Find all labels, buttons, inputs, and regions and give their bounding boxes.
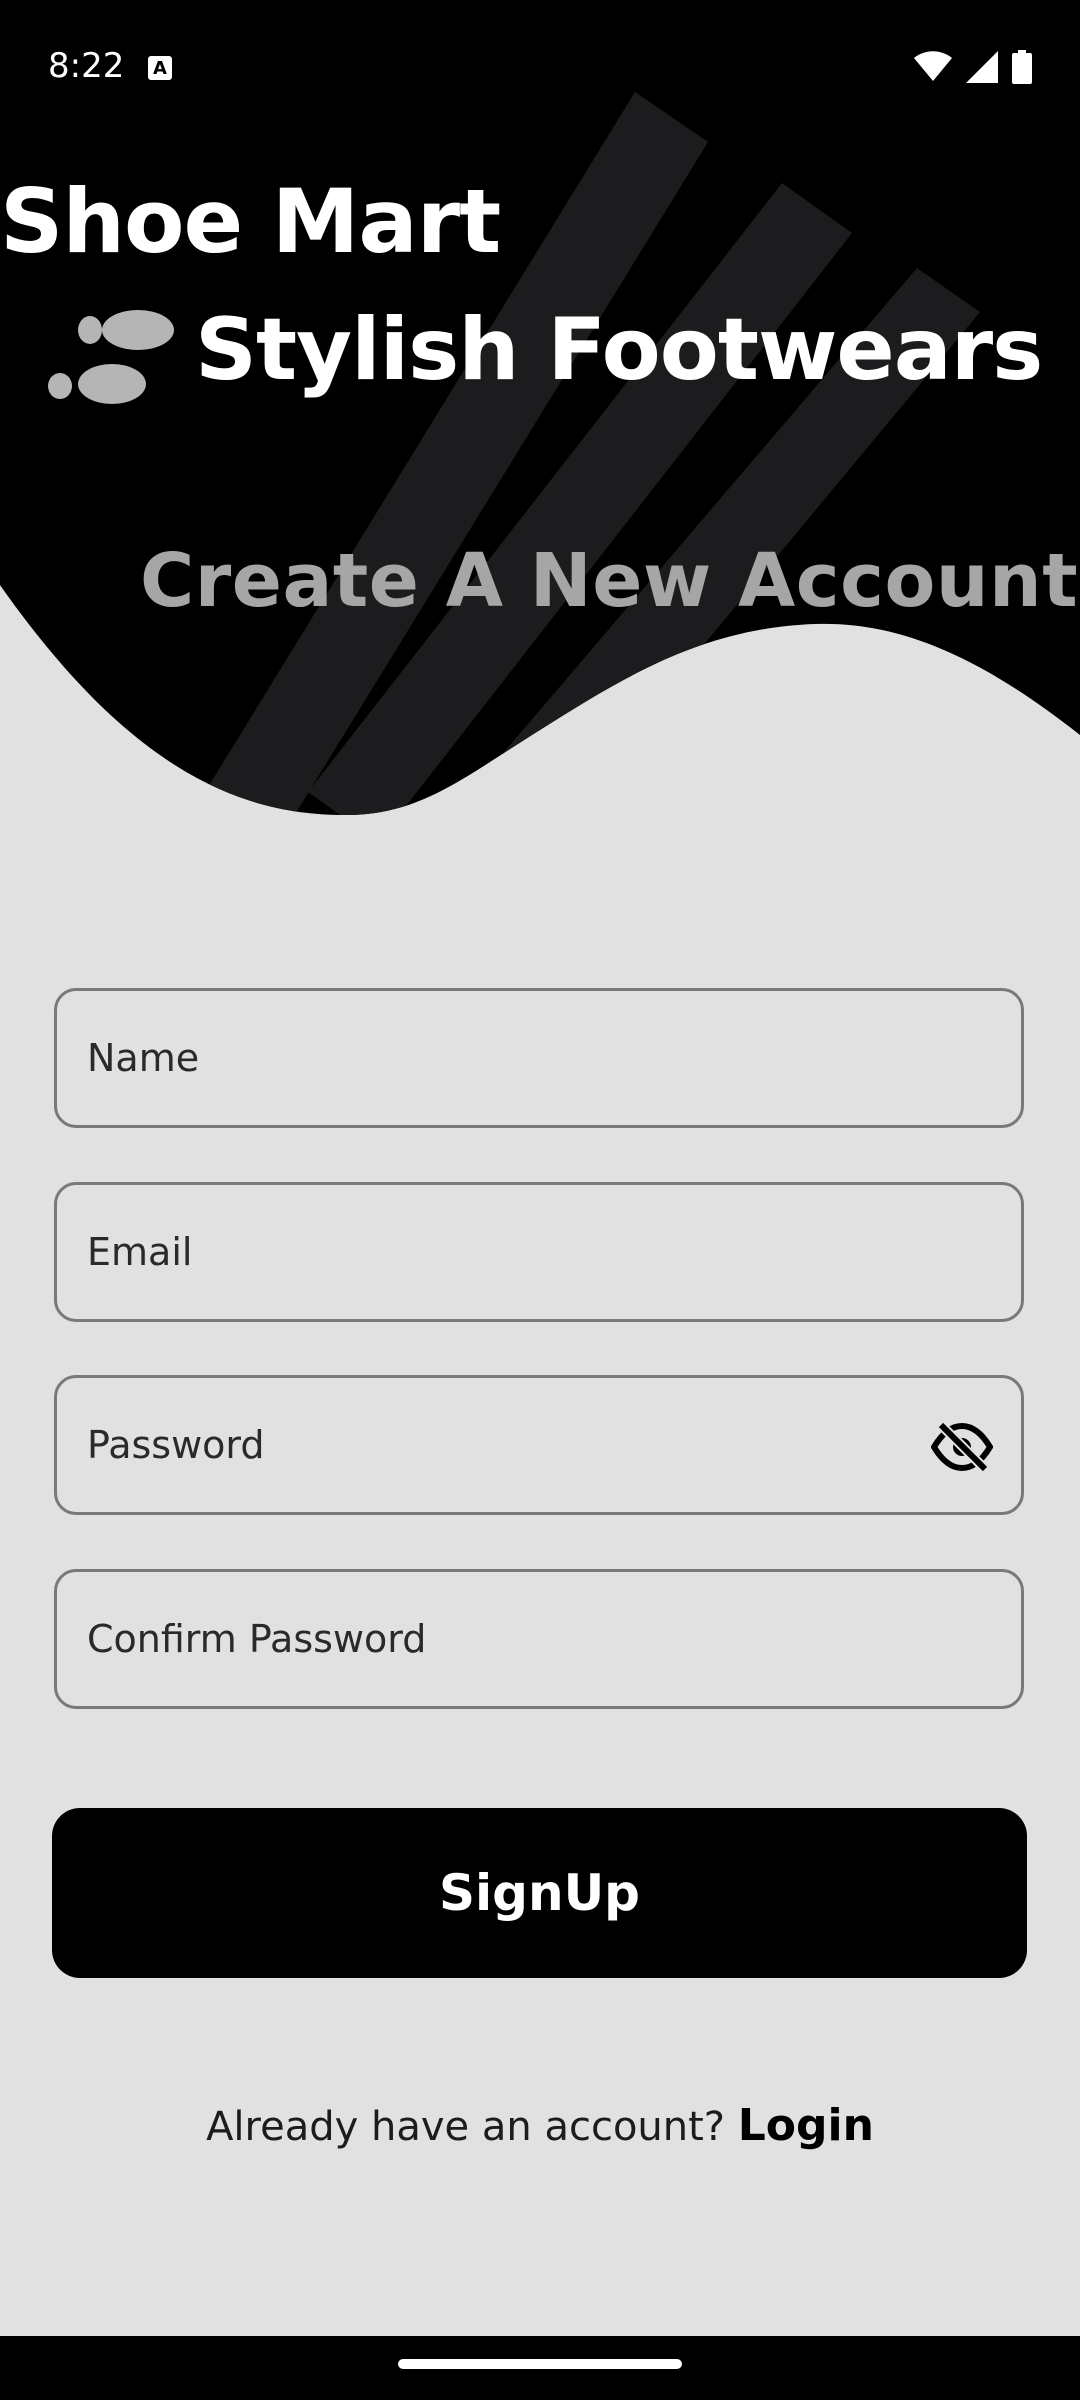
eye-off-icon[interactable] xyxy=(931,1422,993,1472)
home-gesture-handle[interactable] xyxy=(398,2359,682,2369)
signup-button[interactable]: SignUp xyxy=(52,1808,1027,1978)
name-field[interactable] xyxy=(54,988,1024,1128)
signal-icon xyxy=(966,51,998,83)
login-prompt-text: Already have an account? xyxy=(206,2104,726,2150)
login-link[interactable]: Login xyxy=(738,2100,874,2151)
a-badge-icon: A xyxy=(148,56,172,80)
status-icons xyxy=(914,50,1032,84)
name-input[interactable] xyxy=(57,1036,1021,1080)
confirm-password-input[interactable] xyxy=(57,1617,1021,1661)
password-input[interactable] xyxy=(57,1423,1021,1467)
screen-heading: Create A New Account xyxy=(140,538,1079,624)
password-field[interactable] xyxy=(54,1375,1024,1515)
confirm-password-field[interactable] xyxy=(54,1569,1024,1709)
status-time: 8:22 xyxy=(48,46,125,86)
app-tagline: Stylish Footwears xyxy=(195,300,1043,400)
app-title: Shoe Mart xyxy=(0,170,501,273)
login-prompt-row: Already have an account? Login xyxy=(0,2100,1080,2151)
wifi-icon xyxy=(914,51,952,81)
footprints-icon xyxy=(48,310,174,404)
battery-icon xyxy=(1012,50,1032,84)
email-input[interactable] xyxy=(57,1230,1021,1274)
email-field[interactable] xyxy=(54,1182,1024,1322)
